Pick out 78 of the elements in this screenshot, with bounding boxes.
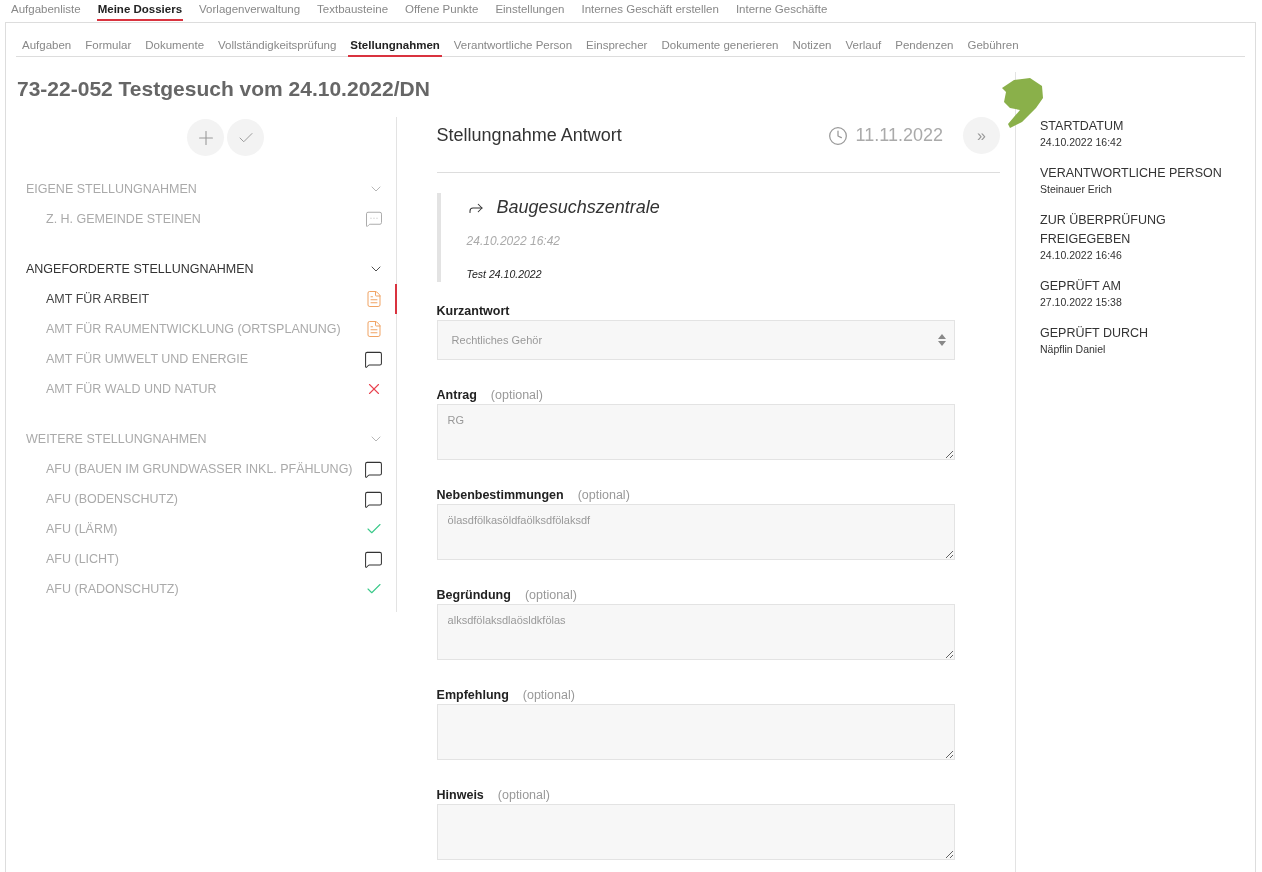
list-item[interactable]: AMT FÜR WALD UND NATUR <box>16 374 397 404</box>
sub-tab[interactable]: Verlauf <box>843 37 884 57</box>
list-item[interactable]: AFU (LÄRM) <box>16 514 397 544</box>
list-item[interactable]: AFU (BAUEN IM GRUNDWASSER INKL. PFÄHLUNG) <box>16 454 397 484</box>
list-item[interactable]: AFU (RADONSCHUTZ) <box>16 574 397 604</box>
confirm-button[interactable] <box>227 119 265 156</box>
text-area[interactable]: ölasdfölkasöldfaölksdfölaksdf <box>436 504 955 560</box>
document-icon <box>364 320 383 338</box>
text-area[interactable] <box>436 704 955 760</box>
comment-dots-icon <box>364 210 383 228</box>
group-heading[interactable]: ANGEFORDERTE STELLUNGNAHMEN <box>26 262 254 276</box>
comment-icon <box>363 489 383 509</box>
short-answer-select[interactable]: Rechtliches Gehör <box>436 320 955 360</box>
list-item[interactable]: Z. H. GEMEINDE STEINEN <box>16 204 397 234</box>
group-heading[interactable]: EIGENE STELLUNGNAHMEN <box>26 182 197 196</box>
field-label: Empfehlung <box>436 688 509 702</box>
detail-value: 24.10.2022 16:46 <box>1040 249 1123 261</box>
request-date: 24.10.2022 16:42 <box>466 234 561 248</box>
nav-tab[interactable]: Vorlagenverwaltung <box>198 0 302 21</box>
sub-tab[interactable]: Pendenzen <box>893 37 956 57</box>
text-area[interactable]: RG <box>436 404 955 460</box>
detail-value: 27.10.2022 15:38 <box>1040 296 1123 308</box>
detail-value: Steinauer Erich <box>1040 183 1113 195</box>
comment-icon <box>363 459 383 479</box>
sub-tab[interactable]: Aufgaben <box>20 37 74 57</box>
sub-tab[interactable]: Dokumente <box>143 37 207 57</box>
group-heading[interactable]: WEITERE STELLUNGNAHMEN <box>26 432 207 446</box>
list-item[interactable]: AMT FÜR UMWELT UND ENERGIE <box>16 344 397 374</box>
nav-tab[interactable]: Internes Geschäft erstellen <box>580 0 720 21</box>
sort-arrows-icon <box>937 334 946 346</box>
optional-hint: (optional) <box>497 788 550 802</box>
nav-tab[interactable]: Textbausteine <box>316 0 390 21</box>
request-message: Test 24.10.2022 <box>466 268 543 280</box>
detail-value: 24.10.2022 16:42 <box>1040 136 1123 148</box>
field-label: Antrag <box>436 388 477 402</box>
detail-value: Näpflin Daniel <box>1040 343 1107 355</box>
list-item[interactable]: AMT FÜR ARBEIT <box>16 284 397 314</box>
sub-tab[interactable]: Stellungnahmen <box>348 37 442 57</box>
comment-icon <box>363 349 383 369</box>
sub-tab[interactable]: Dokumente generieren <box>659 37 781 57</box>
field-label: Kurzantwort <box>436 304 510 318</box>
list-item[interactable]: AFU (LICHT) <box>16 544 397 574</box>
sub-tab[interactable]: Gebühren <box>965 37 1021 57</box>
sub-tab[interactable]: Formular <box>83 37 134 57</box>
page-title: 73-22-052 Testgesuch vom 24.10.2022/DN <box>17 77 431 101</box>
nav-tab[interactable]: Offene Punkte <box>404 0 480 21</box>
optional-hint: (optional) <box>524 588 577 602</box>
detail-label: ZUR ÜBERPRÜFUNG FREIGEGEBEN <box>1040 212 1167 248</box>
sender-name: Baugesuchszentrale <box>496 197 660 218</box>
detail-label: VERANTWORTLICHE PERSON <box>1040 165 1223 182</box>
section-title: Stellungnahme Antwort <box>436 125 623 146</box>
nav-tab[interactable]: Einstellungen <box>494 0 566 21</box>
comment-icon <box>363 549 383 569</box>
optional-hint: (optional) <box>522 688 575 702</box>
field-label: Begründung <box>436 588 511 602</box>
list-item[interactable]: AMT FÜR RAUMENTWICKLUNG (ORTSPLANUNG) <box>16 314 397 344</box>
field-label: Nebenbestimmungen <box>436 488 564 502</box>
nav-tab[interactable]: Interne Geschäfte <box>734 0 829 21</box>
field-label: Hinweis <box>436 788 484 802</box>
sub-tab[interactable]: Vollständigkeitsprüfung <box>216 37 339 57</box>
sub-tab[interactable]: Einsprecher <box>584 37 650 57</box>
text-area[interactable]: alksdfölaksdlaösldkfölas <box>436 604 955 660</box>
sub-tab[interactable]: Verantwortliche Person <box>451 37 575 57</box>
document-icon <box>364 290 383 308</box>
sub-tab[interactable]: Notizen <box>790 37 834 57</box>
detail-label: GEPRÜFT AM <box>1040 278 1123 295</box>
optional-hint: (optional) <box>577 488 630 502</box>
detail-label: GEPRÜFT DURCH <box>1040 325 1150 342</box>
detail-label: STARTDATUM <box>1040 118 1125 135</box>
optional-hint: (optional) <box>490 388 543 402</box>
nav-tab[interactable]: Aufgabenliste <box>10 0 82 21</box>
list-item[interactable]: AFU (BODENSCHUTZ) <box>16 484 397 514</box>
next-button[interactable]: » <box>963 117 1000 154</box>
add-button[interactable] <box>187 119 225 156</box>
due-date: 11.11.2022 <box>855 125 943 146</box>
nav-tab[interactable]: Meine Dossiers <box>96 0 184 21</box>
text-area[interactable] <box>436 804 955 860</box>
clock-icon <box>827 125 848 146</box>
